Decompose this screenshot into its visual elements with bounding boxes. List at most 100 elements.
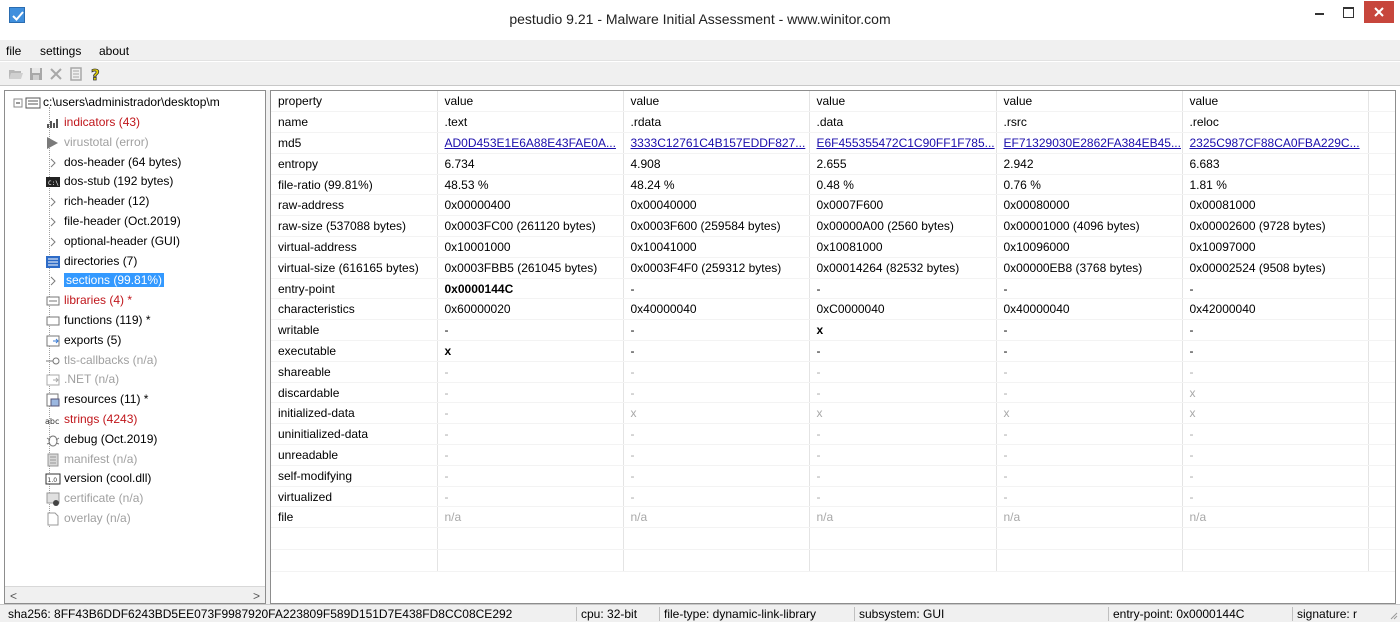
tree-item-manifest[interactable]: manifest (n/a): [5, 450, 263, 470]
value-cell: -: [437, 444, 624, 466]
table-row[interactable]: file n/a n/a n/a n/a n/a: [271, 506, 1395, 529]
tree-item-richheader[interactable]: rich-header (12): [5, 192, 263, 212]
tree-item-resources[interactable]: resources (11) *: [5, 390, 263, 410]
value-cell: -: [996, 319, 1183, 342]
value-cell[interactable]: E6F455355472C1C90FF1F785...: [809, 132, 997, 154]
export-icon: [45, 333, 61, 349]
expand-arrow-icon[interactable]: [45, 155, 61, 171]
title-bar: pestudio 9.21 - Malware Initial Assessme…: [0, 0, 1400, 40]
tree-item-directories[interactable]: directories (7): [5, 252, 263, 272]
property-cell: md5: [271, 132, 438, 154]
tree-item-overlay[interactable]: overlay (n/a): [5, 509, 263, 529]
value-cell: -: [996, 361, 1183, 383]
tree-item-dosheader[interactable]: dos-header (64 bytes): [5, 153, 263, 173]
grid-filler-cell: [1368, 402, 1395, 425]
tree-item-label: manifest (n/a): [64, 451, 138, 466]
table-row[interactable]: file-ratio (99.81%) 48.53 % 48.24 % 0.48 % 0…: [271, 174, 1395, 196]
value-cell: 0x00001000 (4096 bytes): [996, 215, 1183, 238]
column-header[interactable]: value: [1182, 91, 1369, 113]
tree-item-certificate[interactable]: certificate (n/a): [5, 489, 263, 509]
value-cell: 0x10001000: [437, 236, 624, 258]
tree-item-strings[interactable]: abc strings (4243): [5, 410, 263, 430]
tree-item-debug[interactable]: debug (Oct.2019): [5, 430, 263, 450]
table-row[interactable]: self-modifying - - - - -: [271, 465, 1395, 487]
table-row[interactable]: virtual-size (616165 bytes) 0x0003FBB5 (2…: [271, 257, 1395, 279]
column-header[interactable]: property: [271, 91, 438, 113]
open-folder-icon[interactable]: [8, 66, 24, 82]
help-icon[interactable]: ?: [88, 66, 104, 85]
delete-icon[interactable]: [48, 66, 64, 82]
tree-item-net[interactable]: .NET (n/a): [5, 370, 263, 390]
close-icon: [1374, 7, 1384, 17]
tree-item-libraries[interactable]: libraries (4) *: [5, 291, 263, 311]
column-header[interactable]: value: [809, 91, 997, 113]
table-row[interactable]: initialized-data - x x x x: [271, 402, 1395, 425]
table-row[interactable]: virtual-address 0x10001000 0x10041000 0x100…: [271, 236, 1395, 258]
table-row[interactable]: entry-point 0x0000144C - - - -: [271, 278, 1395, 300]
column-header[interactable]: value: [623, 91, 810, 113]
menu-file[interactable]: file: [6, 44, 21, 58]
tree-item-version[interactable]: 1.0 version (cool.dll): [5, 469, 263, 489]
tree-item-virustotal[interactable]: virustotal (error): [5, 133, 263, 153]
value-cell: -: [809, 382, 997, 404]
menu-about[interactable]: about: [99, 44, 129, 58]
grid-filler-cell: [1368, 506, 1395, 529]
tree-item-label: optional-header (GUI): [64, 233, 181, 248]
table-row[interactable]: unreadable - - - - -: [271, 444, 1395, 466]
tree-item-indicators[interactable]: indicators (43): [5, 113, 263, 133]
resize-grip-icon[interactable]: [1388, 609, 1398, 620]
tree-item-fileheader[interactable]: file-header (Oct.2019): [5, 212, 263, 232]
value-cell: -: [1182, 319, 1369, 342]
tree-item-tlscallbacks[interactable]: tls-callbacks (n/a): [5, 351, 263, 371]
table-row[interactable]: virtualized - - - - -: [271, 486, 1395, 508]
table-row[interactable]: entropy 6.734 4.908 2.655 2.942 6.683: [271, 153, 1395, 175]
expand-arrow-icon[interactable]: [45, 214, 61, 230]
empty-cell: [1368, 527, 1395, 551]
tree-item-label: rich-header (12): [64, 194, 150, 209]
value-cell: -: [809, 361, 997, 383]
expand-arrow-icon[interactable]: [45, 234, 61, 250]
value-cell: 0x00000400: [437, 194, 624, 217]
menu-settings[interactable]: settings: [40, 44, 81, 58]
tree-root[interactable]: c:\users\administrador\desktop\m: [7, 93, 265, 113]
expand-arrow-icon[interactable]: [45, 194, 61, 210]
minimize-button[interactable]: [1306, 0, 1334, 26]
tree-item-functions[interactable]: functions (119) *: [5, 311, 263, 331]
value-cell: n/a: [623, 506, 810, 529]
value-cell: -: [996, 486, 1183, 508]
column-header[interactable]: value: [437, 91, 624, 113]
maximize-button[interactable]: [1334, 0, 1362, 26]
value-cell: x: [809, 402, 997, 425]
table-row[interactable]: writable - - x - -: [271, 319, 1395, 342]
tree-item-dosstub[interactable]: C:\ dos-stub (192 bytes): [5, 172, 263, 192]
tree-item-sections[interactable]: sections (99.81%): [5, 271, 263, 291]
table-row[interactable]: raw-address 0x00000400 0x00040000 0x0007F60…: [271, 194, 1395, 217]
table-row[interactable]: md5 AD0D453E1E6A88E43FAE0A... 3333C12761C4…: [271, 132, 1395, 154]
close-button[interactable]: [1364, 1, 1394, 23]
tree-panel[interactable]: c:\users\administrador\desktop\m indicat…: [4, 90, 266, 604]
table-row[interactable]: discardable - - - - x: [271, 382, 1395, 404]
tree-item-exports[interactable]: exports (5): [5, 331, 263, 351]
value-cell: n/a: [1182, 506, 1369, 529]
horizontal-scrollbar[interactable]: < >: [5, 586, 265, 603]
table-row[interactable]: executable x - - - -: [271, 340, 1395, 362]
value-cell: -: [1182, 486, 1369, 508]
value-cell[interactable]: AD0D453E1E6A88E43FAE0A...: [437, 132, 624, 154]
scroll-left-icon[interactable]: <: [10, 589, 17, 603]
value-cell[interactable]: EF71329030E2862FA384EB45...: [996, 132, 1183, 154]
document-icon[interactable]: [68, 66, 84, 82]
expand-arrow-icon[interactable]: [45, 273, 61, 289]
column-header[interactable]: value: [996, 91, 1183, 113]
status-bar: sha256: 8FF43B6DDF6243BD5EE073F9987920FA…: [0, 604, 1400, 622]
table-row[interactable]: uninitialized-data - - - - -: [271, 423, 1395, 446]
table-row[interactable]: raw-size (537088 bytes) 0x0003FC00 (26112…: [271, 215, 1395, 238]
table-row[interactable]: shareable - - - - -: [271, 361, 1395, 383]
value-cell[interactable]: 2325C987CF88CA0FBA229C...: [1182, 132, 1369, 154]
tree-item-optionalheader[interactable]: optional-header (GUI): [5, 232, 263, 252]
table-row[interactable]: name .text .rdata .data .rsrc .reloc: [271, 111, 1395, 134]
tree-item-label: dos-header (64 bytes): [64, 154, 182, 169]
table-row[interactable]: characteristics 0x60000020 0x40000040 0xC00…: [271, 298, 1395, 321]
value-cell[interactable]: 3333C12761C4B157EDDF827...: [623, 132, 810, 154]
save-icon[interactable]: [28, 66, 44, 82]
scroll-right-icon[interactable]: >: [253, 589, 260, 603]
